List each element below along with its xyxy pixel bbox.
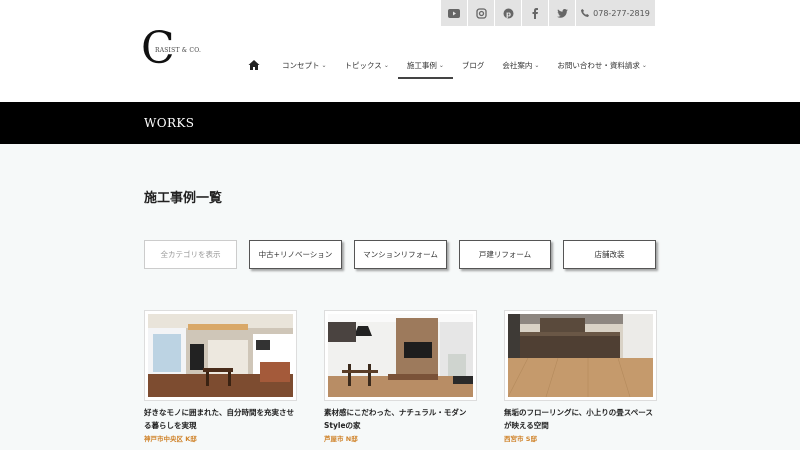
banner-title: WORKS [144,116,195,130]
work-thumbnail[interactable] [324,310,477,401]
youtube-icon[interactable] [441,0,467,26]
phone-text: 078-277-2819 [593,8,650,18]
nav-label: トピックス [344,60,382,70]
category-filters: 全カテゴリを表示 中古+リノベーション マンションリフォーム 戸建リフォーム 店… [144,240,656,269]
work-location: 神戸市中央区 K邸 [144,435,197,443]
work-thumbnail[interactable] [144,310,297,401]
nav-label: お問い合わせ・資料請求 [557,60,640,70]
work-card[interactable]: 素材感にこだわった、ナチュラル・モダンStyleの家 芦屋市 N邸 [324,310,477,443]
svg-text:p: p [505,10,510,18]
work-title[interactable]: 無垢のフローリングに、小上りの畳スペースが映える空間 [504,406,657,432]
filter-all-button[interactable]: 全カテゴリを表示 [144,240,237,269]
chevron-down-icon: ⌄ [534,61,540,69]
filter-house-reform-button[interactable]: 戸建リフォーム [459,240,551,269]
chevron-down-icon: ⌄ [438,61,444,69]
nav-item-company[interactable]: 会社案内 ⌄ [502,60,539,71]
nav-label: 施工事例 [406,60,437,70]
work-card[interactable]: 好きなモノに囲まれた、自分時間を充実させる暮らしを実現 神戸市中央区 K邸 [144,310,297,443]
filter-mansion-reform-button[interactable]: マンションリフォーム [354,240,447,269]
home-icon[interactable] [248,59,260,71]
page-banner: WORKS [0,102,800,144]
work-card[interactable]: 無垢のフローリングに、小上りの畳スペースが映える空間 西宮市 S邸 [504,310,657,443]
work-location: 西宮市 S邸 [504,435,537,443]
chevron-down-icon: ⌄ [321,61,327,69]
nav-label: コンセプト [282,60,320,70]
phone-icon [581,9,590,17]
nav-item-concept[interactable]: コンセプト ⌄ [282,60,327,71]
facebook-icon[interactable] [522,0,548,26]
chevron-down-icon: ⌄ [383,61,389,69]
works-list: 好きなモノに囲まれた、自分時間を充実させる暮らしを実現 神戸市中央区 K邸 素材… [144,310,657,443]
work-title[interactable]: 好きなモノに囲まれた、自分時間を充実させる暮らしを実現 [144,406,297,432]
phone-number[interactable]: 078-277-2819 [576,0,655,26]
nav-item-topics[interactable]: トピックス ⌄ [345,60,389,71]
chevron-down-icon: ⌄ [641,61,647,69]
wood-floor-photo [508,314,653,397]
nav-item-blog[interactable]: ブログ [462,60,485,71]
filter-shop-renovation-button[interactable]: 店舗改装 [563,240,656,269]
living-room-photo [148,314,293,397]
nav-item-works[interactable]: 施工事例 ⌄ [397,60,453,79]
company-logo[interactable]: C RASIST & CO. [141,27,201,73]
natural-modern-photo [328,314,473,397]
work-location: 芦屋市 N邸 [324,435,358,443]
work-title[interactable]: 素材感にこだわった、ナチュラル・モダンStyleの家 [324,406,477,432]
nav-label: ブログ [461,60,485,70]
logo-text: RASIST & CO. [155,47,202,54]
twitter-icon[interactable] [549,0,575,26]
instagram-icon[interactable] [468,0,494,26]
nav-label: 会社案内 [502,60,533,70]
nav-item-contact[interactable]: お問い合わせ・資料請求 ⌄ [557,60,647,71]
main-content: 施工事例一覧 全カテゴリを表示 中古+リノベーション マンションリフォーム 戸建… [0,144,800,450]
social-bar: p 078-277-2819 [441,0,655,26]
pinterest-icon[interactable]: p [495,0,521,26]
page-title: 施工事例一覧 [144,191,223,206]
filter-used-renovation-button[interactable]: 中古+リノベーション [249,240,342,269]
main-nav: コンセプト ⌄ トピックス ⌄ 施工事例 ⌄ ブログ 会社案内 ⌄ お問い合わせ・資料請… [248,58,665,79]
work-thumbnail[interactable] [504,310,657,401]
